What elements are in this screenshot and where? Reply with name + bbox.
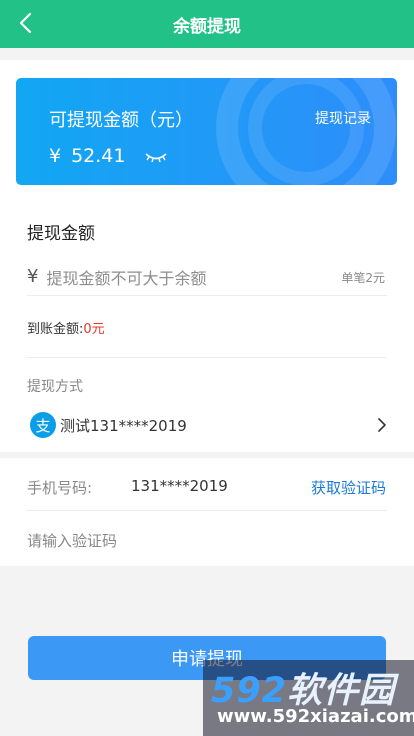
- balance-card: 可提现金额（元） 提现记录 ¥ 52.41: [16, 78, 397, 185]
- get-code-button[interactable]: 获取验证码: [311, 477, 386, 498]
- account-name: 测试131****2019: [60, 416, 187, 435]
- balance-label: 可提现金额（元）: [49, 110, 193, 131]
- balance-value: 52.41: [71, 145, 126, 167]
- amount-title: 提现金额: [27, 224, 95, 244]
- watermark-url: www.592xiazai.com: [217, 706, 414, 727]
- chevron-left-icon: [19, 12, 32, 34]
- amount-placeholder: 提现金额不可大于余额: [46, 268, 207, 288]
- watermark-number: 592: [211, 671, 288, 711]
- method-label: 提现方式: [27, 379, 83, 395]
- withdraw-record-link[interactable]: 提现记录: [315, 108, 371, 128]
- currency-symbol: ¥: [27, 266, 39, 287]
- back-button[interactable]: [10, 8, 40, 38]
- eye-closed-icon: [145, 153, 167, 163]
- alipay-icon: 支: [30, 412, 56, 438]
- single-fee-note: 单笔2元: [341, 271, 385, 285]
- decor-ring-inner: [248, 78, 364, 185]
- arrive-value: 0元: [83, 322, 105, 337]
- hide-balance-toggle[interactable]: [144, 150, 168, 169]
- arrive-label: 到账金额:: [27, 322, 84, 337]
- currency-symbol: ¥: [49, 145, 62, 167]
- phone-label: 手机号码:: [27, 479, 93, 497]
- divider: [27, 357, 387, 358]
- top-bar: 余额提现: [0, 0, 414, 48]
- watermark: 592软件园 www.592xiazai.com: [203, 660, 414, 736]
- page-title: 余额提现: [173, 16, 241, 37]
- watermark-text: 软件园: [287, 671, 396, 711]
- withdraw-method-selector[interactable]: 支 测试131****2019: [27, 408, 387, 442]
- phone-row: 手机号码: 131****2019 获取验证码: [27, 470, 387, 511]
- chevron-right-icon: [377, 417, 387, 437]
- amount-input[interactable]: ¥ 提现金额不可大于余额 单笔2元: [27, 258, 387, 296]
- phone-number: 131****2019: [131, 477, 228, 495]
- balance-amount: ¥ 52.41: [49, 145, 126, 167]
- arrive-amount: 到账金额:0元: [27, 318, 105, 337]
- verification-code-input[interactable]: 请输入验证码: [27, 530, 117, 551]
